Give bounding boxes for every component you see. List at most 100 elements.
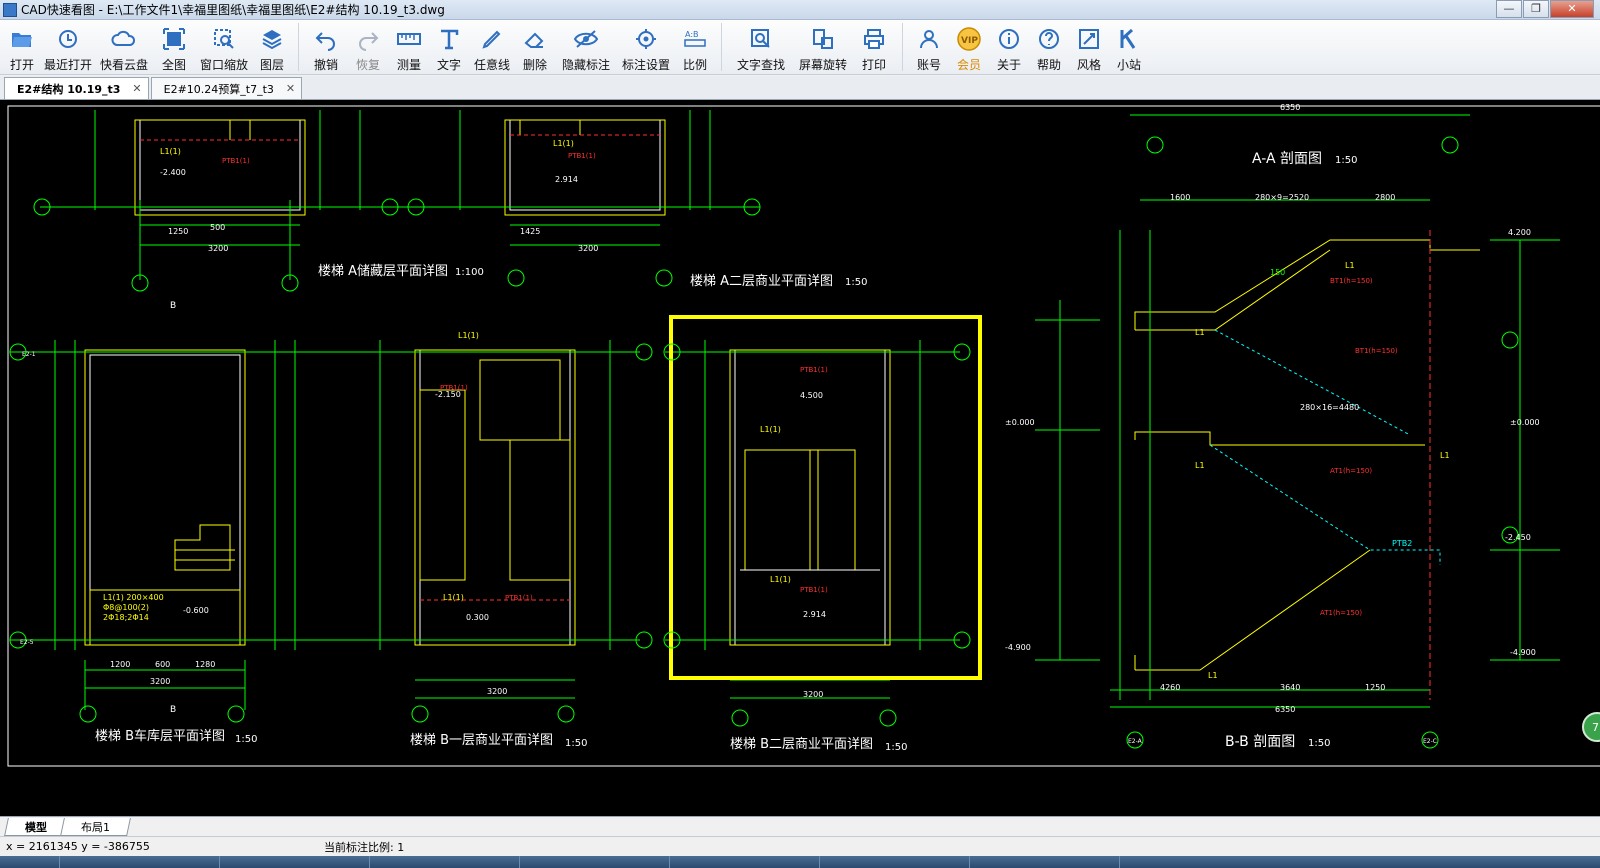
elev-2450: -2.450 <box>1505 533 1531 542</box>
toolbar-label: 窗口缩放 <box>199 58 248 72</box>
vip-icon: VIP <box>956 26 982 52</box>
taskbar-item[interactable] <box>60 856 220 868</box>
elev-4900: -4.900 <box>1510 648 1536 657</box>
minimize-button[interactable]: — <box>1496 0 1522 18</box>
elev-zero: ±0.000 <box>1510 418 1540 427</box>
label-ptb2: PTB2 <box>1392 539 1412 548</box>
toolbar-button-dimension-settings[interactable]: 标注设置 <box>617 20 675 74</box>
elev-zero-left: ±0.000 <box>1005 418 1035 427</box>
label-l1-1: L1(1) <box>553 139 574 148</box>
section-bb <box>1035 114 1560 708</box>
toolbar-button-pen[interactable]: 任意线 <box>469 20 515 74</box>
dim-500: 500 <box>210 223 225 232</box>
toolbar-button-user[interactable]: 账号 <box>909 20 949 74</box>
tab-close-icon[interactable]: ✕ <box>286 82 295 95</box>
drawing-canvas[interactable]: 楼梯 A储藏层平面详图 1:100 楼梯 A二层商业平面详图 1:50 A-A … <box>0 100 1600 816</box>
close-button[interactable]: ✕ <box>1550 0 1594 18</box>
dim-4480: 280×16=4480 <box>1300 403 1359 412</box>
scale-a-second: 1:50 <box>845 277 867 288</box>
tab-label: E2#10.24预算_t7_t3 <box>163 82 274 96</box>
title-bb-section: B-B 剖面图 <box>1225 734 1295 750</box>
toolbar-button-folder-open[interactable]: 打开 <box>4 20 40 74</box>
toolbar-button-print[interactable]: 打印 <box>852 20 896 74</box>
eye-hide-icon <box>573 26 599 52</box>
toolbar-button-zoom-window[interactable]: 窗口缩放 <box>196 20 252 74</box>
label-bt1: BT1(h=150) <box>1355 347 1398 355</box>
toolbar-button-layers[interactable]: 图层 <box>252 20 292 74</box>
plan-a-second <box>400 110 760 246</box>
tab-close-icon[interactable]: ✕ <box>132 82 141 95</box>
toolbar-button-fit-all[interactable]: 全图 <box>152 20 196 74</box>
layout-tab-layout1[interactable]: 布局1 <box>60 818 131 836</box>
axis-label: E2-5 <box>20 639 34 646</box>
toolbar-button-history[interactable]: 最近打开 <box>40 20 96 74</box>
label-at1: AT1(h=150) <box>1330 467 1372 475</box>
toolbar-button-vip[interactable]: VIP 会员 <box>949 20 989 74</box>
toolbar-button-text-search[interactable]: 文字查找 <box>728 20 794 74</box>
toolbar-button-undo[interactable]: 撤销 <box>305 20 347 74</box>
toolbar-label: 比例 <box>682 58 707 72</box>
toolbar-label: 关于 <box>996 58 1021 72</box>
taskbar-item[interactable] <box>220 856 370 868</box>
print-icon <box>862 26 886 52</box>
toolbar-button-rotate-screen[interactable]: 屏幕旋转 <box>794 20 852 74</box>
undo-icon <box>314 26 338 52</box>
toolbar-button-redo[interactable]: 恢复 <box>347 20 389 74</box>
plan-b-second <box>665 315 982 699</box>
toolbar-label: 文字查找 <box>736 58 785 72</box>
taskbar-item[interactable] <box>520 856 670 868</box>
label-l1: L1 <box>1208 671 1218 680</box>
toolbar-label: 隐藏标注 <box>561 58 610 72</box>
taskbar-item[interactable] <box>0 856 60 868</box>
label-l1-1: L1(1) <box>443 593 464 602</box>
taskbar-item[interactable] <box>670 856 820 868</box>
tab-e2-budget[interactable]: E2#10.24预算_t7_t3 ✕ <box>150 77 303 99</box>
scale-aa-section: 1:50 <box>1335 155 1357 166</box>
toolbar-label: 撤销 <box>313 58 338 72</box>
toolbar-button-style[interactable]: 风格 <box>1069 20 1109 74</box>
toolbar-button-info[interactable]: 关于 <box>989 20 1029 74</box>
window-title: CAD快速看图 - E:\工作文件1\幸福里图纸\幸福里图纸\E2#结构 10.… <box>21 3 445 17</box>
elev-600: -0.600 <box>183 606 209 615</box>
label-l1: L1 <box>1440 451 1450 460</box>
cad-drawing[interactable]: 楼梯 A储藏层平面详图 1:100 楼梯 A二层商业平面详图 1:50 A-A … <box>0 100 1600 816</box>
scale-a-storage: 1:100 <box>455 267 484 278</box>
toolbar-label: 文字 <box>436 58 461 72</box>
toolbar-button-eraser[interactable]: 删除 <box>515 20 555 74</box>
beam-label: L1(1) 200×400 <box>103 593 164 602</box>
title-bar: CAD快速看图 - E:\工作文件1\幸福里图纸\幸福里图纸\E2#结构 10.… <box>0 0 1600 20</box>
cloud-icon <box>111 26 137 52</box>
beam-rebar-1: Φ8@100(2) <box>103 603 149 612</box>
taskbar-item[interactable] <box>370 856 520 868</box>
toolbar-button-site[interactable]: 小站 <box>1109 20 1149 74</box>
restore-button[interactable]: ❐ <box>1523 0 1549 18</box>
dim-3640: 3640 <box>1280 683 1300 692</box>
toolbar-button-text[interactable]: 文字 <box>429 20 469 74</box>
toolbar-button-scale[interactable]: A:B 比例 <box>675 20 715 74</box>
plan-a-storage <box>40 110 400 280</box>
toolbar-label: 测量 <box>396 58 421 72</box>
taskbar-item[interactable] <box>820 856 970 868</box>
label-l1-1: L1(1) <box>458 331 479 340</box>
elev-4200: 4.200 <box>1508 228 1531 237</box>
toolbar-button-help[interactable]: 帮助 <box>1029 20 1069 74</box>
taskbar-item[interactable] <box>970 856 1120 868</box>
layout-tab-model[interactable]: 模型 <box>4 818 68 836</box>
elev-4500: 4.500 <box>800 391 823 400</box>
window-controls: — ❐ ✕ <box>1495 0 1594 18</box>
zoom-window-icon <box>212 26 236 52</box>
label-ptb1: PTB1(1) <box>505 594 533 602</box>
toolbar-label: 屏幕旋转 <box>798 58 847 72</box>
title-b-first: 楼梯 B一层商业平面详图 <box>410 733 553 748</box>
main-toolbar: 打开 最近打开 快看云盘 全图 窗口缩放 图层 撤销 恢复 测量 文字 任意线 删除 隐藏标注 标注设置 A… <box>0 20 1600 75</box>
toolbar-label: 删除 <box>522 58 547 72</box>
dim-4260: 4260 <box>1160 683 1180 692</box>
toolbar-label: 打开 <box>9 58 34 72</box>
toolbar-button-cloud[interactable]: 快看云盘 <box>96 20 152 74</box>
coordinate-readout: x = 2161345 y = -386755 <box>6 840 150 853</box>
tab-e2-structure[interactable]: E2#结构 10.19_t3 ✕ <box>4 77 149 99</box>
toolbar-button-ruler[interactable]: 测量 <box>389 20 429 74</box>
toolbar-button-eye-hide[interactable]: 隐藏标注 <box>555 20 617 74</box>
svg-text:A:B: A:B <box>685 30 699 39</box>
label-l1: L1 <box>1195 328 1205 337</box>
